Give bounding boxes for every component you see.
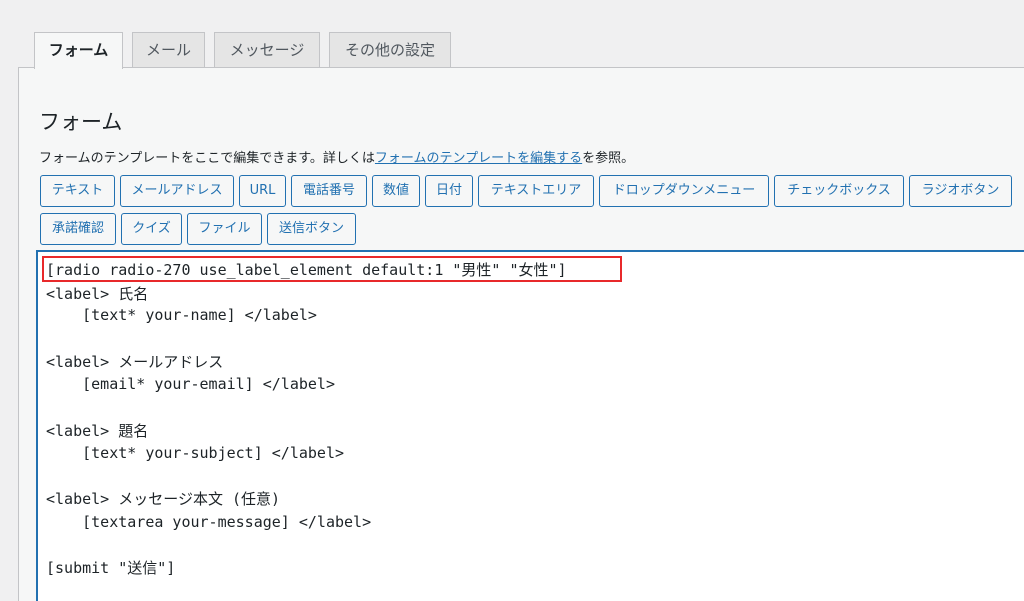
tag-button-radio[interactable]: ラジオボタン	[909, 175, 1012, 207]
panel-description: フォームのテンプレートをここで編集できます。詳しくはフォームのテンプレートを編集…	[39, 147, 634, 166]
code-line-label-message: <label> メッセージ本文 (任意)	[46, 490, 281, 508]
contact-form-editor-page: フォーム メール メッセージ その他の設定 フォーム フォームのテンプレートをこ…	[0, 0, 1024, 601]
code-line-label-name: <label> 氏名	[46, 285, 149, 303]
tag-button-email[interactable]: メールアドレス	[120, 175, 234, 207]
tab-additional-settings[interactable]: その他の設定	[329, 32, 451, 68]
code-line-text-name: [text* your-name] </label>	[46, 306, 317, 324]
tag-button-dropdown[interactable]: ドロップダウンメニュー	[599, 175, 769, 207]
tag-button-text[interactable]: テキスト	[40, 175, 115, 207]
panel-title: フォーム	[39, 110, 123, 134]
tab-messages[interactable]: メッセージ	[214, 32, 320, 68]
code-line-text-subject: [text* your-subject] </label>	[46, 444, 345, 462]
description-prefix: フォームのテンプレートをここで編集できます。詳しくは	[39, 151, 375, 166]
tag-button-checkbox[interactable]: チェックボックス	[774, 175, 904, 207]
code-line-email: [email* your-email] </label>	[46, 375, 335, 393]
form-template-editor[interactable]: [radio radio-270 use_label_element defau…	[36, 250, 1024, 601]
code-line-submit: [submit "送信"]	[46, 559, 176, 577]
tag-button-file[interactable]: ファイル	[187, 213, 262, 245]
tag-button-tel[interactable]: 電話番号	[291, 175, 367, 207]
code-line-radio: [radio radio-270 use_label_element defau…	[46, 261, 567, 279]
tab-form[interactable]: フォーム	[34, 32, 123, 69]
tag-button-acceptance[interactable]: 承諾確認	[40, 213, 116, 245]
code-line-label-email: <label> メールアドレス	[46, 353, 224, 371]
tab-divider	[18, 67, 1024, 68]
template-help-link[interactable]: フォームのテンプレートを編集する	[375, 151, 582, 166]
tag-button-date[interactable]: 日付	[425, 175, 473, 207]
tag-button-quiz[interactable]: クイズ	[121, 213, 182, 245]
tag-button-url[interactable]: URL	[239, 175, 286, 207]
tag-button-submit[interactable]: 送信ボタン	[267, 213, 356, 245]
tab-mail[interactable]: メール	[132, 32, 205, 68]
tab-bar: フォーム メール メッセージ その他の設定	[0, 0, 1024, 69]
description-suffix: を参照。	[582, 151, 635, 166]
code-line-label-subject: <label> 題名	[46, 422, 149, 440]
tag-button-number[interactable]: 数値	[372, 175, 420, 207]
tag-button-textarea[interactable]: テキストエリア	[478, 175, 594, 207]
code-line-textarea: [textarea your-message] </label>	[46, 513, 372, 531]
